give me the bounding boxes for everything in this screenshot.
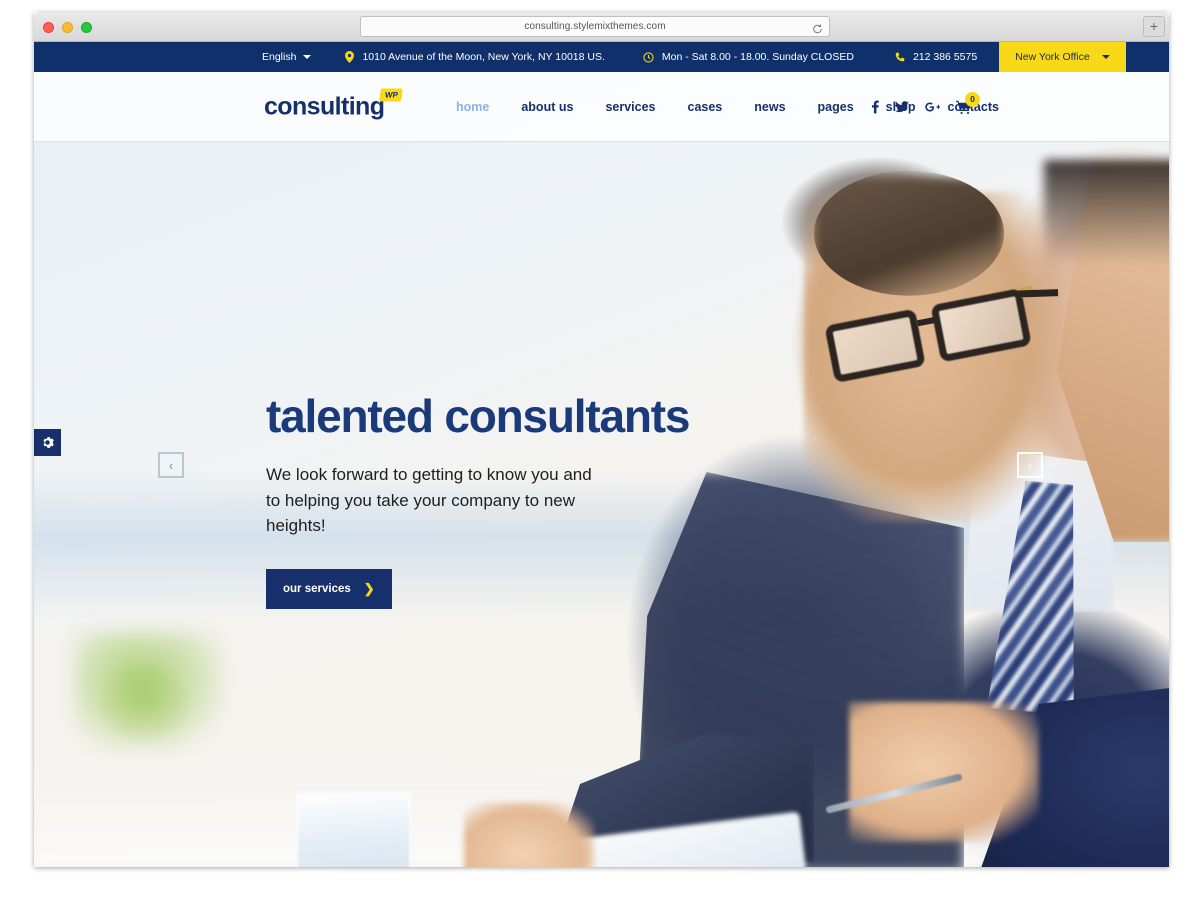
shopping-cart-button[interactable]: 0 [956, 91, 980, 114]
photo-hand-holding-tablet [464, 802, 594, 867]
twitter-icon[interactable] [895, 100, 909, 113]
map-pin-icon [345, 51, 355, 63]
close-window-button[interactable] [43, 22, 54, 33]
page-viewport: English 1010 Avenue of the Moon, New Yor… [34, 42, 1169, 867]
business-hours: Mon - Sat 8.00 - 18.00. Sunday CLOSED [643, 42, 854, 72]
logo-badge: WP [379, 88, 404, 101]
nav-item-pages[interactable]: pages [802, 100, 870, 114]
hero-title: talented consultants [266, 390, 690, 442]
logo-text: consulting [264, 92, 385, 120]
browser-toolbar: consulting.stylemixthemes.com + [34, 12, 1169, 42]
reload-icon[interactable] [812, 21, 823, 33]
photo-hand-with-pen [849, 702, 1039, 842]
hours-text: Mon - Sat 8.00 - 18.00. Sunday CLOSED [661, 51, 854, 63]
office-selector[interactable]: New York Office [999, 42, 1126, 72]
chevron-right-icon: ❯ [363, 580, 375, 596]
new-tab-button[interactable]: + [1143, 16, 1165, 37]
office-address: 1010 Avenue of the Moon, New York, NY 10… [345, 42, 605, 72]
url-text: consulting.stylemixthemes.com [524, 21, 666, 32]
site-header: consulting WP home about us services cas… [34, 72, 1169, 142]
photo-plant-detail [74, 632, 224, 752]
slider-settings-button[interactable] [34, 429, 61, 456]
phone-number[interactable]: 212 386 5575 [894, 42, 977, 72]
cart-count-badge: 0 [965, 91, 980, 107]
nav-item-cases[interactable]: cases [672, 100, 739, 114]
our-services-button[interactable]: our services ❯ [266, 568, 392, 609]
photo-water-glass-detail [296, 792, 411, 867]
language-label: English [262, 51, 297, 63]
top-utility-bar: English 1010 Avenue of the Moon, New Yor… [34, 42, 1169, 72]
office-label: New York Office [1015, 51, 1090, 63]
google-plus-icon[interactable] [925, 101, 940, 113]
window-controls [43, 22, 92, 33]
browser-window: consulting.stylemixthemes.com + English … [34, 12, 1169, 867]
caret-down-icon [303, 55, 312, 59]
site-logo[interactable]: consulting WP [264, 88, 406, 121]
nav-item-news[interactable]: news [738, 100, 801, 114]
phone-icon [894, 52, 905, 63]
facebook-icon[interactable] [871, 100, 879, 114]
header-tools: 0 [871, 91, 980, 114]
minimize-window-button[interactable] [62, 22, 73, 33]
hero-content: talented consultants We look forward to … [266, 390, 690, 609]
slider-next-button[interactable]: › [1017, 452, 1043, 478]
nav-item-services[interactable]: services [589, 100, 671, 114]
gear-icon [41, 436, 54, 449]
hero-subtitle: We look forward to getting to know you a… [266, 465, 592, 536]
phone-text: 212 386 5575 [912, 51, 978, 63]
slider-prev-button[interactable]: ‹ [158, 452, 184, 478]
nav-item-about-us[interactable]: about us [505, 100, 589, 114]
clock-icon [643, 51, 654, 63]
address-text: 1010 Avenue of the Moon, New York, NY 10… [362, 51, 605, 63]
cta-label: our services [283, 582, 351, 595]
caret-down-icon [1101, 55, 1110, 59]
language-selector[interactable]: English [262, 42, 312, 72]
maximize-window-button[interactable] [81, 22, 92, 33]
address-bar[interactable]: consulting.stylemixthemes.com [360, 16, 830, 37]
nav-item-home[interactable]: home [440, 100, 505, 114]
